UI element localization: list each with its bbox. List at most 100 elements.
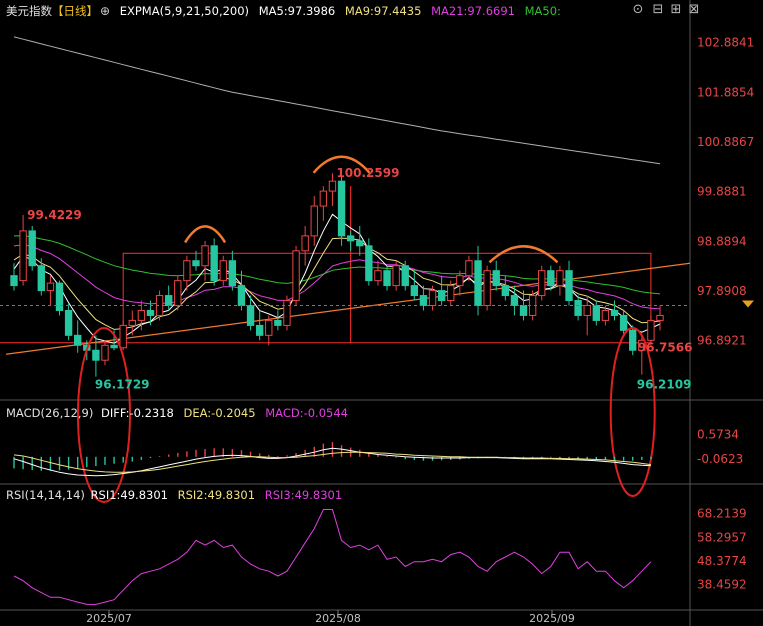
- candle-body: [410, 285, 419, 297]
- candle-body: [192, 260, 200, 267]
- candle: [119, 320, 127, 351]
- close-box-icon[interactable]: ⊠: [686, 2, 702, 17]
- rsi1-value: RSI1:49.8301: [90, 488, 168, 502]
- candle-body: [237, 285, 246, 306]
- candle-body: [101, 344, 109, 361]
- plus-circle-icon[interactable]: ⊕: [100, 4, 110, 18]
- price-annotation: 96.7566: [638, 340, 693, 354]
- rsi-y-tick-label: 48.3774: [697, 554, 747, 568]
- macd-hist-value: MACD:-0.0544: [265, 406, 348, 420]
- candle: [346, 230, 355, 251]
- ma9-value: MA9:97.4435: [344, 4, 422, 18]
- candle-body: [219, 260, 227, 282]
- y-tick-label: 96.8921: [697, 334, 747, 348]
- candle-body: [374, 270, 382, 282]
- candle-body: [228, 260, 237, 287]
- candle-body: [492, 270, 500, 287]
- candle-body: [538, 270, 546, 297]
- price-annotation: 100.2599: [336, 166, 399, 180]
- candle: [274, 310, 282, 331]
- rsi-y-tick-label: 58.2957: [697, 530, 747, 544]
- candle: [437, 275, 446, 306]
- ma21-value: MA21:97.6691: [431, 4, 515, 18]
- candle-body: [55, 282, 64, 311]
- candle: [383, 265, 391, 291]
- candle-body: [519, 305, 528, 316]
- candle-body: [547, 270, 555, 287]
- candle-body: [328, 180, 337, 192]
- candle: [101, 340, 109, 366]
- main-legend: 美元指数【日线】 ⊕ EXPMA(5,9,21,50,200) MA5:97.39…: [6, 2, 567, 20]
- minus-box-icon[interactable]: ⊟: [650, 2, 666, 17]
- hand-drawn-arc: [488, 245, 559, 264]
- candle-body: [447, 285, 455, 302]
- candle-body: [310, 205, 318, 237]
- macd-dea-value: DEA:-0.2045: [183, 406, 256, 420]
- macd-legend: MACD(26,12,9) DIFF:-0.2318 DEA:-0.2045 M…: [6, 404, 354, 422]
- target-icon[interactable]: ⊙: [630, 2, 646, 17]
- plus-box-icon[interactable]: ⊞: [668, 2, 684, 17]
- candle-body: [619, 314, 628, 331]
- candle: [201, 240, 209, 281]
- candle-body: [656, 314, 664, 321]
- candle-body: [164, 295, 173, 307]
- rsi-title: RSI(14,14,14): [6, 488, 85, 502]
- candle-body: [64, 309, 73, 336]
- candle: [401, 260, 409, 291]
- candle-body: [110, 344, 118, 349]
- price-marker-icon: [742, 300, 754, 308]
- candle: [28, 225, 36, 271]
- candle-body: [456, 275, 464, 287]
- candle-body: [201, 245, 209, 267]
- candle: [255, 310, 264, 341]
- candle: [19, 214, 27, 286]
- date-label: 2025/08: [315, 612, 361, 625]
- candle-body: [37, 265, 45, 292]
- macd-title: MACD(26,12,9): [6, 406, 94, 420]
- rsi3-value: RSI3:49.8301: [264, 488, 343, 502]
- candle-body: [610, 309, 619, 316]
- expma-label: EXPMA(5,9,21,50,200): [119, 4, 250, 18]
- candle: [374, 260, 382, 286]
- macd-y-tick-label: -0.0623: [697, 452, 743, 466]
- candle: [328, 173, 337, 207]
- candle-body: [356, 240, 364, 247]
- candle-body: [601, 309, 610, 321]
- candle-body: [183, 260, 191, 282]
- candle-body: [283, 300, 291, 326]
- candle-body: [92, 349, 100, 361]
- candle: [128, 310, 136, 336]
- y-tick-label: 100.8867: [697, 135, 754, 149]
- period-label[interactable]: 【日线】: [52, 4, 98, 18]
- candle-body: [583, 305, 591, 316]
- rsi-y-tick-label: 68.2139: [697, 507, 747, 521]
- date-label: 2025/07: [86, 612, 132, 625]
- candle-body: [574, 300, 582, 316]
- candle: [465, 255, 473, 281]
- candle: [237, 270, 246, 311]
- candle: [292, 245, 300, 306]
- candle: [55, 280, 64, 316]
- candle: [210, 238, 218, 286]
- symbol-name: 美元指数: [6, 4, 52, 18]
- y-tick-label: 99.8881: [697, 185, 747, 199]
- macd-diff-value: DIFF:-0.2318: [101, 406, 174, 420]
- candle-body: [401, 265, 409, 287]
- candle-body: [501, 285, 510, 297]
- candle: [365, 238, 373, 286]
- candle-body: [383, 270, 391, 287]
- rsi-legend: RSI(14,14,14) RSI1:49.8301 RSI2:49.8301 …: [6, 486, 348, 504]
- candle-body: [265, 319, 273, 336]
- y-tick-label: 98.8894: [697, 234, 747, 248]
- candle-body: [137, 309, 146, 321]
- chart-svg: 102.8841 101.8854 100.8867 99.8881 98.8894 97…: [0, 0, 763, 626]
- candle: [310, 196, 318, 246]
- candle-body: [437, 290, 446, 302]
- candle-body: [337, 180, 346, 237]
- candle-body: [119, 324, 127, 349]
- candle-body: [210, 245, 218, 282]
- date-label: 2025/09: [529, 612, 575, 625]
- rsi-line: [13, 509, 652, 605]
- candle-body: [19, 230, 27, 282]
- candle: [538, 265, 546, 301]
